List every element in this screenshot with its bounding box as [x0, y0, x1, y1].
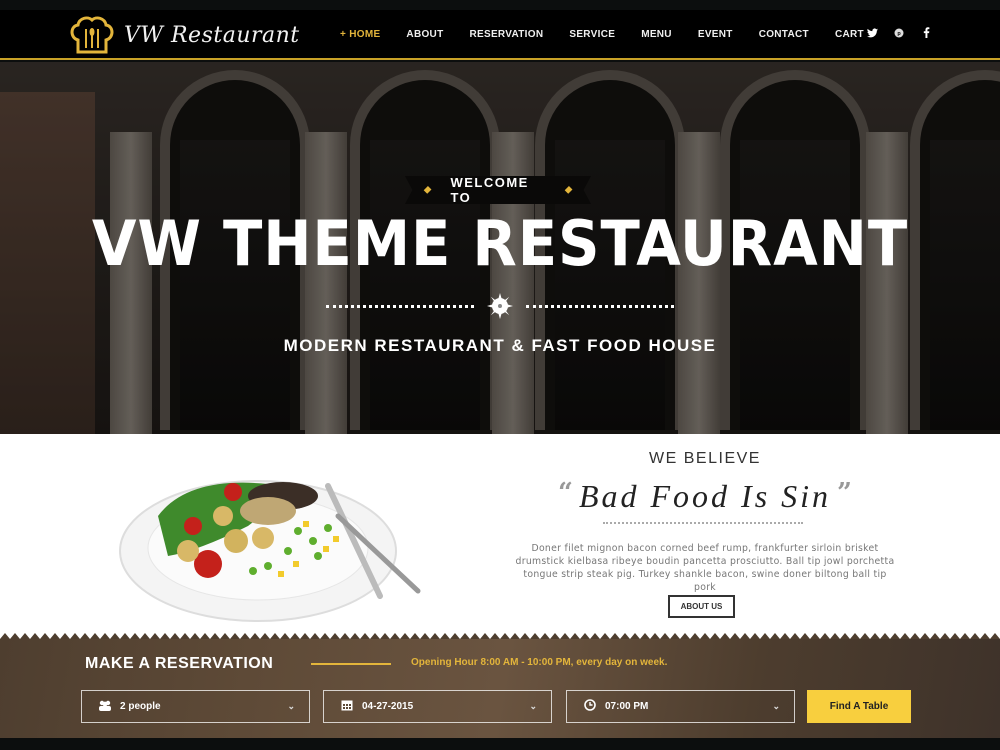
chevron-down-icon: ⌄ [772, 701, 780, 711]
pinterest-icon[interactable]: p [893, 28, 905, 41]
twitter-icon[interactable] [866, 27, 878, 41]
food-plate-image [119, 480, 421, 622]
people-value: 2 people [120, 701, 161, 712]
chef-hat-icon [70, 16, 114, 54]
nav-cart[interactable]: CART [835, 29, 864, 40]
about-body: Doner filet mignon bacon corned beef rum… [515, 543, 895, 593]
people-select[interactable]: 2 people ⌄ [81, 690, 310, 723]
time-value: 07:00 PM [605, 701, 649, 712]
reservation-divider [311, 663, 391, 665]
reservation-section: MAKE A RESERVATION Opening Hour 8:00 AM … [0, 639, 1000, 738]
quote-text: Bad Food Is Sin [578, 478, 832, 514]
dotted-line [326, 304, 474, 308]
opening-hours: Opening Hour 8:00 AM - 10:00 PM, every d… [411, 657, 668, 668]
chevron-down-icon: ⌄ [287, 701, 295, 711]
hero-subtitle: MODERN RESTAURANT & FAST FOOD HOUSE [283, 336, 717, 355]
logo-text: VW Restaurant [124, 22, 300, 48]
nav-home[interactable]: + HOME [340, 29, 380, 40]
calendar-icon [340, 699, 354, 714]
about-quote: “Bad Food Is Sin” [520, 478, 890, 515]
dotted-line [526, 304, 674, 308]
find-table-button[interactable]: Find A Table [807, 690, 911, 723]
sunburst-icon [487, 293, 513, 319]
main-nav: + HOME ABOUT RESERVATION SERVICE MENU EV… [340, 10, 890, 58]
about-us-button[interactable]: ABOUT US [668, 595, 735, 618]
about-heading: WE BELIEVE [649, 450, 761, 467]
diamond-icon [423, 185, 432, 195]
facebook-icon[interactable] [920, 27, 932, 41]
date-value: 04-27-2015 [362, 701, 414, 712]
nav-reservation[interactable]: RESERVATION [469, 29, 543, 40]
nav-about[interactable]: ABOUT [406, 29, 443, 40]
nav-service[interactable]: SERVICE [569, 29, 615, 40]
open-quote-icon: “ [557, 478, 573, 508]
welcome-ribbon: WELCOME TO [405, 176, 591, 204]
welcome-text: WELCOME TO [450, 175, 529, 205]
chevron-down-icon: ⌄ [529, 701, 537, 711]
quote-underline [603, 522, 803, 524]
nav-contact[interactable]: CONTACT [759, 29, 809, 40]
people-icon [98, 700, 112, 714]
date-select[interactable]: 04-27-2015 ⌄ [323, 690, 552, 723]
bottom-strip [0, 738, 1000, 750]
diamond-icon [564, 185, 573, 195]
time-select[interactable]: 07:00 PM ⌄ [566, 690, 795, 723]
nav-event[interactable]: EVENT [698, 29, 733, 40]
hero-divider [326, 293, 674, 319]
hero-title: VW THEME RESTAURANT [91, 207, 909, 280]
logo[interactable]: VW Restaurant [68, 16, 300, 54]
site-header: VW Restaurant + HOME ABOUT RESERVATION S… [0, 10, 1000, 60]
reservation-title: MAKE A RESERVATION [85, 655, 274, 672]
nav-menu[interactable]: MENU [641, 29, 672, 40]
top-strip [0, 0, 1000, 10]
clock-icon [583, 699, 597, 714]
close-quote-icon: ” [837, 478, 853, 508]
social-links: p [866, 10, 947, 58]
about-section: WE BELIEVE “Bad Food Is Sin” Doner filet… [0, 434, 1000, 639]
